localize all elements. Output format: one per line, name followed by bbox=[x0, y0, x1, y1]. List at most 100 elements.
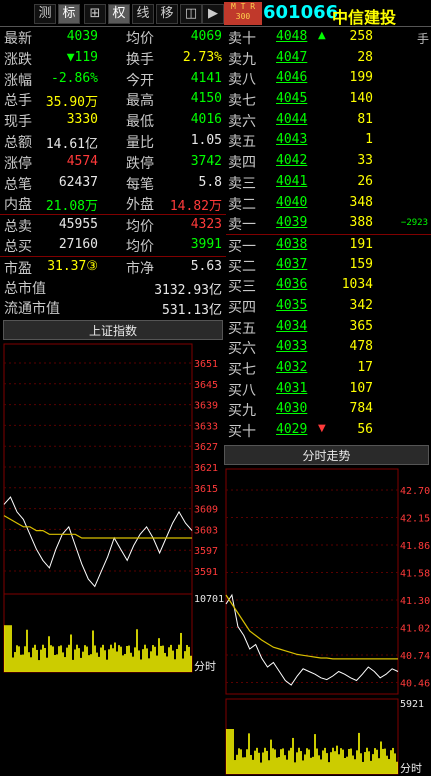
arrow-up-icon[interactable]: ▲ bbox=[318, 30, 326, 41]
ask-row[interactable]: 卖八 4046 199 bbox=[226, 68, 431, 89]
tool-measure-button[interactable]: 测 bbox=[34, 4, 56, 24]
quote-value: 14.61亿 bbox=[45, 136, 98, 152]
quote-label: 均价 bbox=[126, 31, 154, 47]
order-level-label: 卖八 bbox=[228, 72, 256, 89]
order-price: 4048 bbox=[276, 29, 308, 44]
index-chart[interactable]: 3651 3645 3639 3633 3627 3621 3615 3609 3603 3597… bbox=[0, 340, 225, 776]
quote-value: 21.08万 bbox=[45, 199, 98, 215]
badge-line1: M T R bbox=[230, 2, 256, 11]
ask-row[interactable]: 卖十 4048 258 ▲ bbox=[226, 27, 431, 48]
quote-value: 4574 bbox=[66, 153, 98, 169]
tool-line-button[interactable]: 线 bbox=[132, 4, 154, 24]
ask-row[interactable]: 卖七 4045 140 bbox=[226, 89, 431, 110]
ask-row[interactable]: 卖四 4042 33 bbox=[226, 151, 431, 172]
quote-label: 市净 bbox=[126, 260, 154, 277]
order-level-label: 买八 bbox=[228, 382, 256, 399]
quote-label: 每笔 bbox=[126, 176, 154, 193]
order-price: 4045 bbox=[276, 91, 308, 107]
stock-code: 601066 bbox=[263, 2, 339, 23]
order-volume: 365 bbox=[349, 318, 373, 334]
tool-grid-button[interactable]: ⊞ bbox=[84, 4, 106, 24]
bid-row[interactable]: 买八 4031 107 bbox=[226, 379, 431, 400]
quote-value: 27160 bbox=[58, 236, 98, 252]
price-tick-label: 41.30 bbox=[400, 596, 430, 607]
arrow-down-icon[interactable]: ▼ bbox=[318, 423, 326, 434]
price-tick-label: 42.15 bbox=[400, 514, 430, 525]
quote-row: 总市值 3132.93亿 bbox=[0, 277, 226, 298]
quote-row: 涨跌 ▼119 换手 2.73% bbox=[0, 48, 226, 69]
price-line bbox=[3, 496, 193, 588]
tool-panel-button[interactable]: ◫ bbox=[180, 4, 202, 24]
order-price: 4041 bbox=[276, 173, 308, 189]
price-tick-label: 41.86 bbox=[400, 541, 430, 552]
order-level-label: 买一 bbox=[228, 238, 256, 255]
ask-row[interactable]: 卖一 4039 388 −2923 bbox=[226, 213, 431, 234]
ask-row[interactable]: 卖二 4040 348 bbox=[226, 193, 431, 214]
order-level-label: 买三 bbox=[228, 279, 256, 296]
order-level-label: 卖二 bbox=[228, 196, 256, 213]
order-level-label: 卖五 bbox=[228, 134, 256, 151]
order-level-label: 买七 bbox=[228, 362, 256, 378]
bid-row[interactable]: 买二 4037 159 bbox=[226, 255, 431, 276]
order-level-label: 买二 bbox=[228, 258, 256, 275]
price-tick-label: 3609 bbox=[194, 505, 218, 516]
bid-row[interactable]: 买一 4038 191 bbox=[226, 233, 431, 255]
price-tick-label: 3639 bbox=[194, 401, 218, 412]
order-price: 4035 bbox=[276, 297, 308, 313]
quote-value: 1.05 bbox=[190, 132, 222, 148]
tool-play-button[interactable]: ▶ bbox=[202, 4, 224, 24]
order-price: 4044 bbox=[276, 111, 308, 127]
price-tick-label: 3651 bbox=[194, 359, 218, 370]
order-volume: 56 bbox=[357, 422, 373, 438]
ask-row[interactable]: 卖六 4044 81 bbox=[226, 110, 431, 131]
ask-row[interactable]: 卖五 4043 1 bbox=[226, 130, 431, 151]
mtr-badge[interactable]: M T R 300 bbox=[224, 2, 262, 25]
order-volume: 140 bbox=[349, 91, 373, 107]
tool-move-button[interactable]: 移 bbox=[156, 4, 178, 24]
bid-row[interactable]: 买九 4030 784 bbox=[226, 399, 431, 420]
quote-value: 3330 bbox=[66, 112, 98, 128]
order-level-label: 卖四 bbox=[228, 155, 256, 172]
quote-label: 涨停 bbox=[4, 155, 32, 172]
quote-value: 4016 bbox=[190, 112, 222, 128]
ask-row[interactable]: 卖三 4041 26 bbox=[226, 172, 431, 193]
quote-value: 4150 bbox=[190, 91, 222, 107]
order-volume: 28 bbox=[357, 49, 373, 65]
quote-value: 4323 bbox=[190, 217, 222, 233]
order-price: 4030 bbox=[276, 401, 308, 417]
quote-row: 总手 35.90万 最高 4150 bbox=[0, 89, 226, 110]
bid-row[interactable]: 买四 4035 342 bbox=[226, 296, 431, 317]
order-level-label: 卖七 bbox=[228, 93, 256, 110]
bid-row[interactable]: 买六 4033 478 bbox=[226, 337, 431, 358]
stock-chart-title[interactable]: 分时走势 bbox=[224, 445, 429, 465]
tool-rights-button[interactable]: 权 bbox=[108, 4, 130, 24]
order-price: 4032 bbox=[276, 360, 308, 375]
quote-value: 2.73% bbox=[182, 49, 222, 65]
bid-row[interactable]: 买五 4034 365 bbox=[226, 317, 431, 338]
order-level-label: 买六 bbox=[228, 341, 256, 358]
quote-value: 5.8 bbox=[198, 174, 222, 190]
toolbar: 测 标 ⊞ 权 线 移 ◫ ▶ M T R 300 601066 中信建投 bbox=[0, 0, 431, 27]
tool-mark-button[interactable]: 标 bbox=[58, 4, 80, 24]
order-level-label: 买五 bbox=[228, 320, 256, 337]
bid-row[interactable]: 买七 4032 17 bbox=[226, 358, 431, 379]
order-price: 4033 bbox=[276, 339, 308, 355]
index-chart-title[interactable]: 上证指数 bbox=[3, 320, 223, 340]
quote-table: 最新 4039 均价 4069 涨跌 ▼119 换手 2.73% 涨幅 -2.86% 今开 4141 总… bbox=[0, 27, 226, 318]
stock-chart[interactable]: 42.70 42.15 41.86 41.58 41.30 41.02 40.74 40.46… bbox=[224, 465, 431, 776]
order-volume: 258 bbox=[349, 29, 373, 44]
price-frame bbox=[3, 343, 193, 595]
price-line bbox=[225, 593, 399, 686]
order-price: 4029 bbox=[276, 422, 308, 438]
order-book: 卖十 4048 258 ▲ 卖九 4047 28 卖八 4046 199 卖七 4045 140 卖六 40… bbox=[226, 27, 431, 441]
order-level-label: 卖三 bbox=[228, 175, 256, 192]
quote-value: 3991 bbox=[190, 236, 222, 252]
ask-row[interactable]: 卖九 4047 28 bbox=[226, 48, 431, 69]
quote-value: 31.37③ bbox=[47, 258, 98, 274]
order-volume: 342 bbox=[349, 297, 373, 313]
quote-label: 最高 bbox=[126, 93, 154, 110]
bid-row[interactable]: 买十 4029 56 ▼ bbox=[226, 420, 431, 441]
quote-label: 总卖 bbox=[4, 219, 32, 236]
order-volume: 348 bbox=[349, 194, 373, 210]
bid-row[interactable]: 买三 4036 1034 bbox=[226, 275, 431, 296]
